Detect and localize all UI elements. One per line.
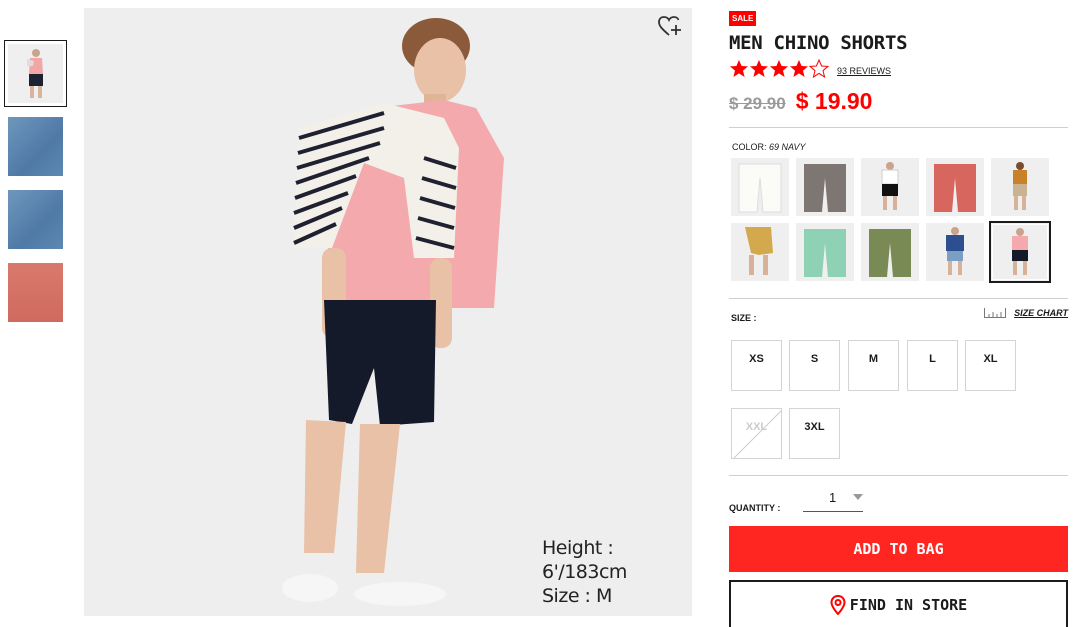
thumbnail-image (8, 117, 63, 176)
sale-price: $ 19.90 (795, 88, 873, 114)
color-label: COLOR: 69 NAVY (732, 142, 1069, 152)
swatch-navy-model-selected[interactable] (989, 221, 1051, 283)
ruler-icon (984, 308, 1007, 318)
swatch-brown-model[interactable] (991, 158, 1049, 216)
size-option[interactable]: XS (731, 340, 782, 391)
size-option[interactable]: 3XL (789, 408, 840, 459)
product-panel: SALE MEN CHINO SHORTS 93 REVIEWS $ 29.90… (729, 8, 1069, 627)
size-chart-link[interactable]: SIZE CHART (984, 308, 1068, 318)
main-product-image: Height : 6'/183cm Size : M (84, 8, 692, 616)
find-in-store-button[interactable]: FIND IN STORE (729, 580, 1068, 627)
star-rating-icon (729, 58, 830, 83)
swatch-blue-model[interactable] (926, 223, 984, 281)
size-option-label: XS (749, 353, 764, 365)
thumbnail-coral[interactable] (4, 259, 67, 326)
size-option[interactable]: S (789, 340, 840, 391)
chevron-down-icon (853, 494, 863, 500)
quantity-select[interactable]: 1 (803, 490, 863, 512)
sale-badge: SALE (729, 11, 757, 26)
swatch-mint[interactable] (796, 223, 854, 281)
original-price: $ 29.90 (729, 94, 786, 113)
size-option-label: M (868, 353, 879, 365)
swatch-black-model[interactable] (861, 158, 919, 216)
reviews-link[interactable]: 93 REVIEWS (837, 66, 891, 76)
model-info: Height : 6'/183cm Size : M (542, 536, 692, 608)
size-option-unavailable: XXL (731, 408, 782, 459)
add-to-bag-button[interactable]: ADD TO BAG (729, 526, 1068, 572)
thumbnail-detail-pocket[interactable] (4, 113, 67, 180)
swatch-gray[interactable] (796, 158, 854, 216)
divider (729, 298, 1068, 299)
quantity-row: QUANTITY : 1 (729, 488, 1069, 518)
swatch-beige-model[interactable] (731, 223, 789, 281)
quantity-label: QUANTITY : (729, 503, 781, 513)
size-option-label: L (929, 353, 936, 365)
size-option-label: S (810, 353, 819, 365)
swatch-off-white[interactable] (731, 158, 789, 216)
thumbnail-image (8, 263, 63, 322)
thumbnail-detail-back[interactable] (4, 186, 67, 253)
model-illustration (282, 18, 504, 606)
color-label-text: COLOR: (732, 142, 767, 152)
quantity-value: 1 (829, 490, 837, 505)
thumbnail-image (8, 44, 63, 103)
price-row: $ 29.90 $ 19.90 (729, 88, 1069, 115)
thumbnail-image (8, 190, 63, 249)
size-label: SIZE : (731, 313, 757, 323)
product-title: MEN CHINO SHORTS (729, 32, 908, 54)
rating-row: 93 REVIEWS (729, 58, 1069, 83)
size-option-label: 3XL (804, 421, 825, 433)
location-pin-icon (830, 595, 846, 615)
find-in-store-label: FIND IN STORE (849, 596, 968, 614)
size-option[interactable]: M (848, 340, 899, 391)
size-header: SIZE : SIZE CHART (729, 308, 1068, 326)
model-size: Size : M (542, 585, 612, 607)
model-height: Height : 6'/183cm (542, 537, 627, 583)
selected-color: 69 NAVY (769, 142, 806, 152)
thumbnail-model[interactable] (4, 40, 67, 107)
swatch-coral[interactable] (926, 158, 984, 216)
size-chart-label: SIZE CHART (1014, 308, 1068, 318)
swatch-olive[interactable] (861, 223, 919, 281)
unavailable-slash-icon (733, 410, 781, 458)
size-option[interactable]: XL (965, 340, 1016, 391)
divider (729, 475, 1068, 476)
divider (729, 127, 1068, 128)
size-option-label: XL (983, 353, 998, 365)
size-option[interactable]: L (907, 340, 958, 391)
thumbnail-list (4, 40, 68, 332)
add-to-wishlist-icon[interactable] (658, 16, 682, 38)
